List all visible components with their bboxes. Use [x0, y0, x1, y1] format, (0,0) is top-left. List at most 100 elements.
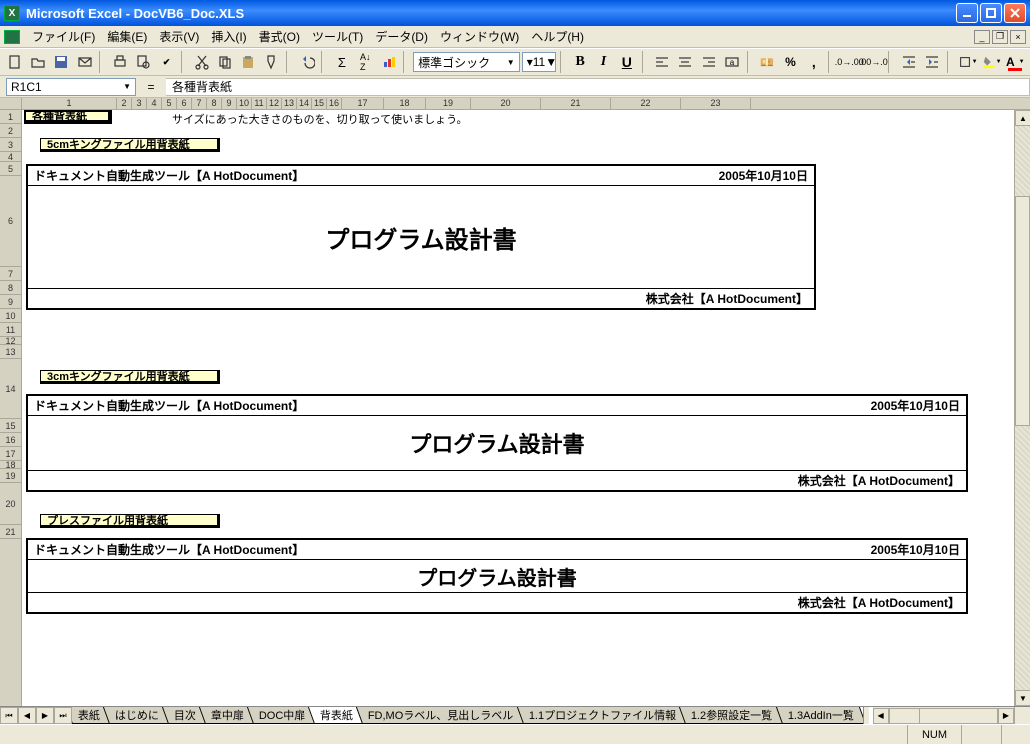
tab-nav-first[interactable]: ⏮ [0, 707, 18, 724]
close-button[interactable] [1004, 3, 1026, 23]
sheet-tab[interactable]: 1.2参照設定一覧 [679, 707, 784, 724]
new-icon[interactable] [4, 51, 25, 73]
row-header[interactable]: 10 [0, 309, 22, 323]
mail-icon[interactable] [74, 51, 95, 73]
align-center-icon[interactable] [675, 51, 696, 73]
column-header[interactable]: 5 [162, 98, 177, 109]
horizontal-scrollbar[interactable]: ◀ ▶ [873, 707, 1014, 724]
column-header[interactable]: 19 [426, 98, 471, 109]
tab-nav-last[interactable]: ⏭ [54, 707, 72, 724]
row-header[interactable]: 12 [0, 337, 22, 345]
column-header[interactable]: 11 [252, 98, 267, 109]
sheet-tab[interactable]: DOC中扉 [247, 707, 318, 724]
decrease-indent-icon[interactable] [898, 51, 919, 73]
cut-icon[interactable] [191, 51, 212, 73]
paste-icon[interactable] [238, 51, 259, 73]
column-header[interactable]: 15 [312, 98, 327, 109]
column-header[interactable]: 18 [384, 98, 426, 109]
italic-button[interactable]: I [593, 51, 614, 73]
row-header[interactable]: 2 [0, 124, 22, 138]
font-name-select[interactable]: 標準ゴシック▼ [413, 52, 520, 72]
formula-input[interactable]: 各種背表紙 [166, 78, 1030, 96]
merge-center-icon[interactable]: a [721, 51, 742, 73]
column-header[interactable]: 16 [327, 98, 342, 109]
copy-icon[interactable] [214, 51, 235, 73]
column-header[interactable]: 14 [297, 98, 312, 109]
row-header[interactable]: 19 [0, 469, 22, 483]
align-right-icon[interactable] [698, 51, 719, 73]
mdi-close-button[interactable]: × [1010, 30, 1026, 44]
save-icon[interactable] [51, 51, 72, 73]
underline-button[interactable]: U [616, 51, 637, 73]
vertical-scrollbar[interactable]: ▲ ▼ [1014, 110, 1030, 706]
scroll-left-button[interactable]: ◀ [873, 708, 889, 724]
scroll-thumb[interactable] [1015, 196, 1030, 426]
autosum-icon[interactable]: Σ [331, 51, 352, 73]
label-press[interactable]: プレスファイル用背表紙 [40, 514, 220, 528]
row-header[interactable]: 7 [0, 267, 22, 281]
column-header[interactable]: 13 [282, 98, 297, 109]
bold-button[interactable]: B [570, 51, 591, 73]
row-header[interactable]: 11 [0, 323, 22, 337]
menu-item[interactable]: 書式(O) [253, 26, 306, 47]
row-header[interactable]: 9 [0, 295, 22, 309]
column-header[interactable]: 3 [132, 98, 147, 109]
print-icon[interactable] [109, 51, 130, 73]
menu-item[interactable]: 編集(E) [101, 26, 153, 47]
menu-item[interactable]: データ(D) [369, 26, 434, 47]
name-box[interactable]: R1C1▼ [6, 78, 136, 96]
format-painter-icon[interactable] [261, 51, 282, 73]
menu-item[interactable]: ウィンドウ(W) [434, 26, 525, 47]
column-header[interactable]: 12 [267, 98, 282, 109]
row-header[interactable]: 20 [0, 483, 22, 525]
mdi-minimize-button[interactable]: _ [974, 30, 990, 44]
column-header[interactable]: 20 [471, 98, 541, 109]
fill-color-icon[interactable]: ▼ [981, 51, 1003, 73]
decrease-decimal-icon[interactable]: .00→.0 [862, 51, 884, 73]
open-icon[interactable] [27, 51, 48, 73]
column-header[interactable]: 10 [237, 98, 252, 109]
mdi-restore-button[interactable]: ❐ [992, 30, 1008, 44]
row-header[interactable]: 16 [0, 433, 22, 447]
undo-icon[interactable] [296, 51, 317, 73]
column-header[interactable]: 23 [681, 98, 751, 109]
tab-splitter[interactable] [863, 707, 869, 724]
row-header[interactable]: 3 [0, 138, 22, 152]
row-header[interactable]: 15 [0, 419, 22, 433]
column-header[interactable]: 22 [611, 98, 681, 109]
row-header[interactable]: 21 [0, 525, 22, 539]
font-size-select[interactable]: ▾11▼ [522, 52, 556, 72]
column-header[interactable]: 6 [177, 98, 192, 109]
row-header[interactable]: 6 [0, 176, 22, 267]
percent-icon[interactable]: % [780, 51, 801, 73]
column-header[interactable]: 21 [541, 98, 611, 109]
spellcheck-icon[interactable]: ✔ [156, 51, 177, 73]
label-3cm[interactable]: 3cmキングファイル用背表紙 [40, 370, 220, 384]
menu-item[interactable]: ヘルプ(H) [525, 26, 590, 47]
print-preview-icon[interactable] [132, 51, 153, 73]
scroll-down-button[interactable]: ▼ [1015, 690, 1030, 706]
currency-icon[interactable]: 💴 [756, 51, 777, 73]
tab-nav-prev[interactable]: ◀ [18, 707, 36, 724]
scroll-up-button[interactable]: ▲ [1015, 110, 1030, 126]
worksheet-grid[interactable]: 各種背表紙 サイズにあった大きさのものを、切り取って使いましょう。 5cmキング… [22, 110, 1014, 706]
column-header[interactable]: 9 [222, 98, 237, 109]
row-header[interactable]: 4 [0, 152, 22, 162]
sheet-tab[interactable]: 1.1プロジェクトファイル情報 [517, 707, 688, 724]
sheet-tab[interactable]: はじめに [103, 707, 171, 724]
column-header[interactable]: 4 [147, 98, 162, 109]
label-5cm[interactable]: 5cmキングファイル用背表紙 [40, 138, 220, 152]
menu-item[interactable]: 挿入(I) [205, 26, 252, 47]
row-header[interactable]: 1 [0, 110, 22, 124]
row-header[interactable]: 8 [0, 281, 22, 295]
hscroll-thumb[interactable] [890, 709, 920, 723]
align-left-icon[interactable] [651, 51, 672, 73]
scroll-right-button[interactable]: ▶ [998, 708, 1014, 724]
sheet-tab[interactable]: FD,MOラベル、見出しラベル [356, 707, 526, 724]
row-header[interactable]: 5 [0, 162, 22, 176]
tab-nav-next[interactable]: ▶ [36, 707, 54, 724]
sort-asc-icon[interactable]: A↓Z [355, 51, 376, 73]
maximize-button[interactable] [980, 3, 1002, 23]
minimize-button[interactable] [956, 3, 978, 23]
row-header[interactable]: 13 [0, 345, 22, 359]
